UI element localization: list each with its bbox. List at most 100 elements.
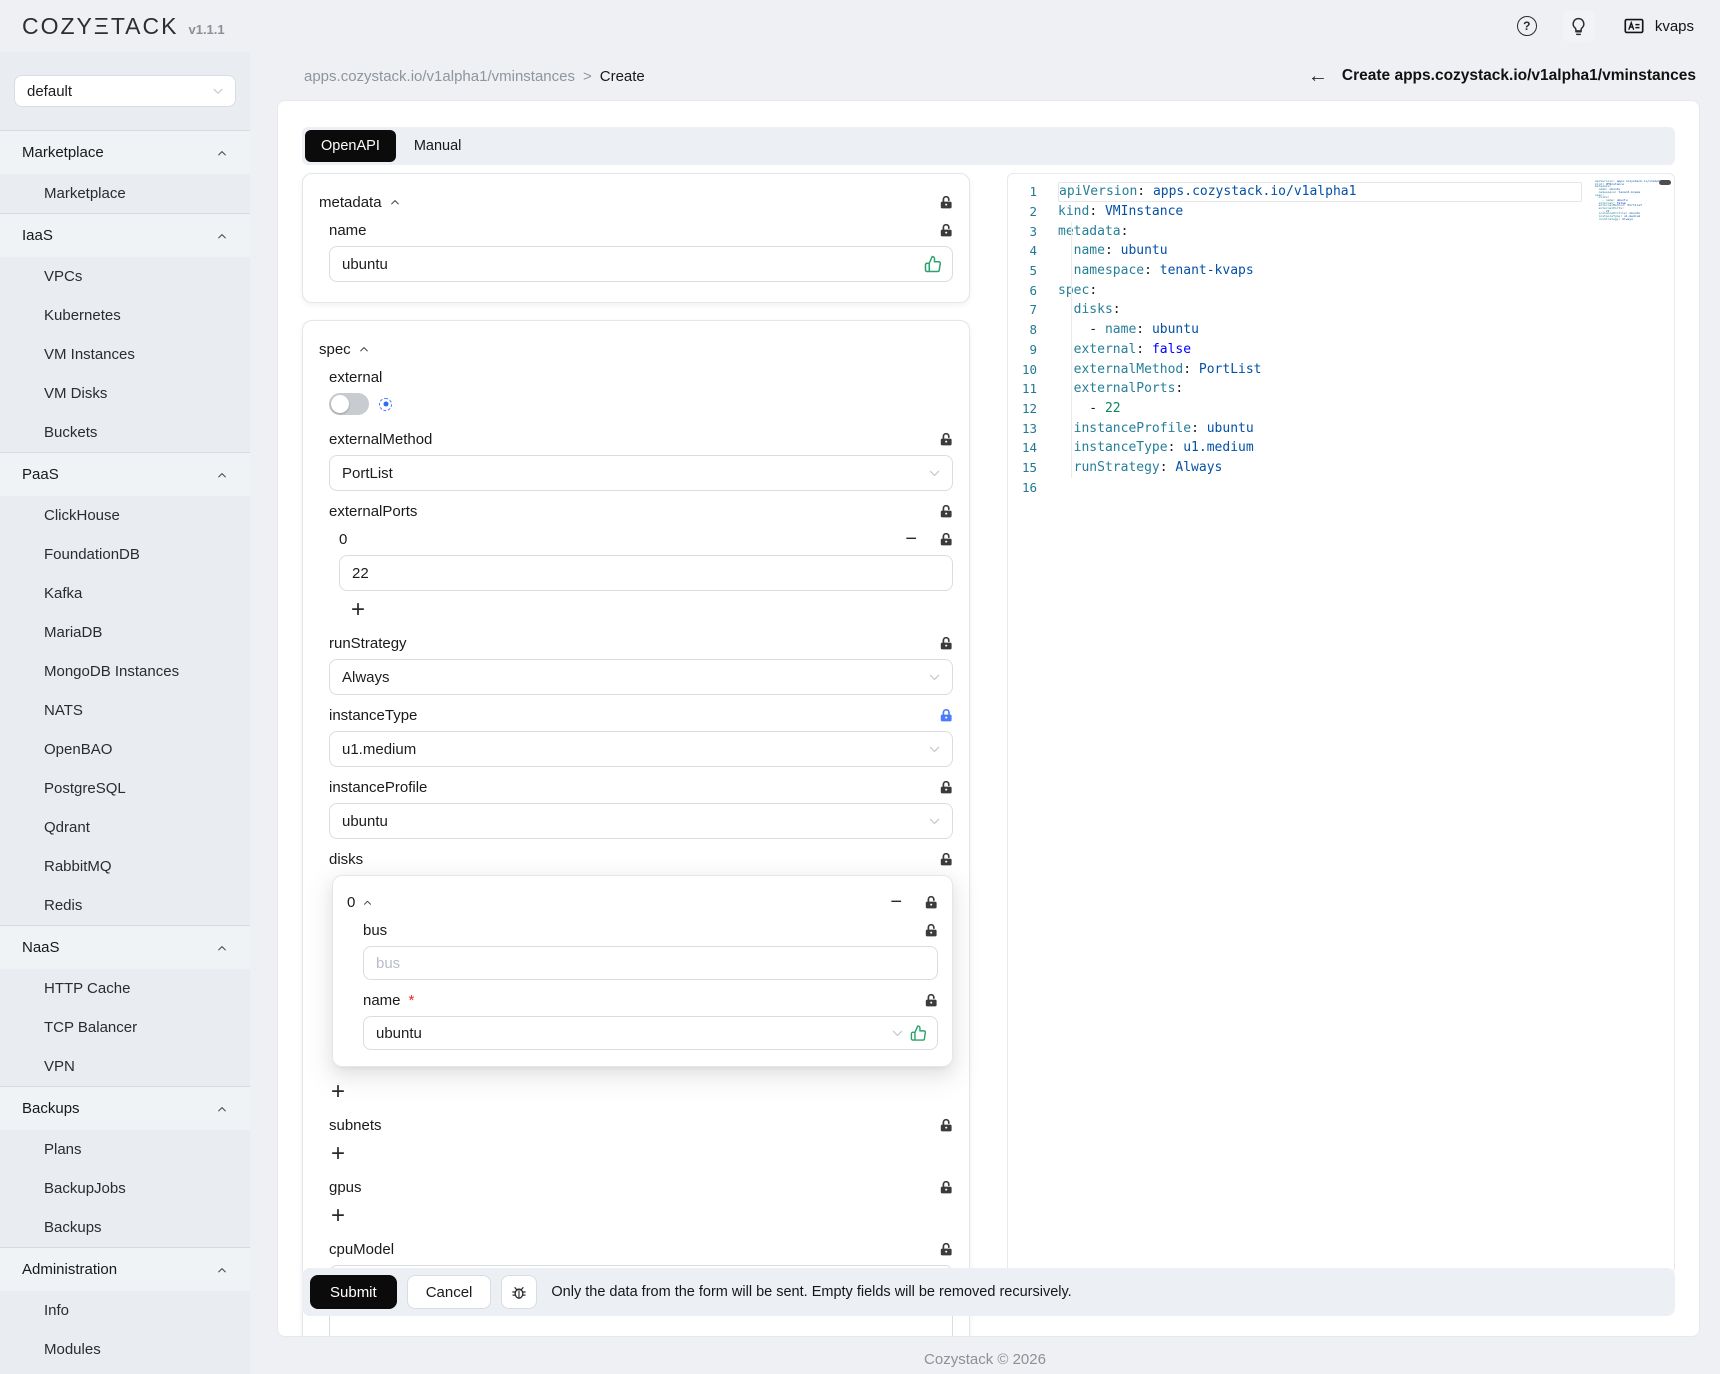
disk-bus-input[interactable]: bus: [363, 946, 938, 980]
unlock-icon[interactable]: [924, 923, 938, 938]
sidebar-item-mariadb[interactable]: MariaDB: [0, 613, 250, 652]
chevron-up-icon: [216, 1103, 228, 1115]
sidebar-section-naas[interactable]: NaaS: [0, 925, 250, 969]
sidebar-item-http-cache[interactable]: HTTP Cache: [0, 969, 250, 1008]
unlock-icon[interactable]: [939, 636, 953, 651]
sidebar-item-openbao[interactable]: OpenBAO: [0, 730, 250, 769]
sidebar-item-vpcs[interactable]: VPCs: [0, 257, 250, 296]
sidebar-item-rabbitmq[interactable]: RabbitMQ: [0, 847, 250, 886]
externalPorts-label-row: externalPorts: [329, 499, 953, 523]
sidebar-section-paas[interactable]: PaaS: [0, 452, 250, 496]
sidebar-item-postgresql[interactable]: PostgreSQL: [0, 769, 250, 808]
sidebar-item-info[interactable]: Info: [0, 1291, 250, 1330]
sidebar-item-kubernetes[interactable]: Kubernetes: [0, 296, 250, 335]
unlock-icon[interactable]: [939, 1118, 953, 1133]
back-button[interactable]: ←: [1308, 66, 1328, 86]
metadata-section-toggle[interactable]: metadata: [319, 194, 401, 211]
instanceProfile-select[interactable]: ubuntu: [329, 803, 953, 839]
remove-disk-button[interactable]: −: [890, 892, 902, 912]
breadcrumb-resource-link[interactable]: apps.cozystack.io/v1alpha1/vminstances: [304, 68, 575, 85]
line-number: 3: [1008, 224, 1058, 239]
sidebar-item-vm-instances[interactable]: VM Instances: [0, 335, 250, 374]
sidebar-item-clickhouse[interactable]: ClickHouse: [0, 496, 250, 535]
sidebar-section-label: NaaS: [22, 939, 60, 956]
unlock-icon[interactable]: [939, 532, 953, 547]
editor-line: 7 disks:: [1008, 300, 1674, 320]
sidebar-item-nats[interactable]: NATS: [0, 691, 250, 730]
sidebar-item-modules[interactable]: Modules: [0, 1330, 250, 1369]
unlock-icon[interactable]: [939, 852, 953, 867]
unlock-icon[interactable]: [939, 432, 953, 447]
metadata-header-row: metadata: [319, 190, 953, 214]
external-toggle[interactable]: [329, 393, 369, 415]
chevron-up-icon: [358, 343, 370, 355]
submit-button[interactable]: Submit: [310, 1275, 397, 1309]
sidebar-item-mongodb-instances[interactable]: MongoDB Instances: [0, 652, 250, 691]
sidebar-item-tcp-balancer[interactable]: TCP Balancer: [0, 1008, 250, 1047]
sidebar-item-buckets[interactable]: Buckets: [0, 413, 250, 452]
unlock-icon[interactable]: [924, 993, 938, 1008]
spec-section-toggle[interactable]: spec: [319, 341, 370, 358]
sidebar-item-vpn[interactable]: VPN: [0, 1047, 250, 1086]
sidebar-section-iaas[interactable]: IaaS: [0, 213, 250, 257]
debug-button[interactable]: [501, 1275, 537, 1309]
externalPorts-item-index: 0: [339, 531, 347, 548]
disk-name-select[interactable]: ubuntu: [363, 1016, 938, 1050]
namespace-select[interactable]: default: [14, 75, 236, 107]
editor-line: 14 instanceType: u1.medium: [1008, 438, 1674, 458]
externalPorts-0-input[interactable]: 22: [339, 555, 953, 591]
unlock-icon[interactable]: [939, 504, 953, 519]
name-field-label: name: [329, 222, 367, 239]
sidebar-item-kafka[interactable]: Kafka: [0, 574, 250, 613]
editor-line: 6spec:: [1008, 280, 1674, 300]
theme-toggle-button[interactable]: [1563, 10, 1595, 42]
unlock-icon[interactable]: [939, 780, 953, 795]
editor-line: 12 - 22: [1008, 399, 1674, 419]
unlock-icon[interactable]: [939, 1242, 953, 1257]
lock-icon[interactable]: [939, 708, 953, 723]
add-gpu-button[interactable]: +: [331, 1203, 357, 1229]
disks-item-panel: 0 − bus: [332, 875, 953, 1067]
add-port-button[interactable]: +: [351, 597, 377, 623]
sidebar-item-backupjobs[interactable]: BackupJobs: [0, 1169, 250, 1208]
editor-minimap[interactable]: apiVersion: apps.cozystack.io/v1alpha1ki…: [1595, 180, 1661, 221]
line-code: apiVersion: apps.cozystack.io/v1alpha1: [1058, 182, 1582, 202]
sidebar-item-vm-disks[interactable]: VM Disks: [0, 374, 250, 413]
sidebar-item-redis[interactable]: Redis: [0, 886, 250, 925]
sidebar-section-marketplace[interactable]: Marketplace: [0, 130, 250, 174]
sidebar-item-backups[interactable]: Backups: [0, 1208, 250, 1247]
instanceType-select[interactable]: u1.medium: [329, 731, 953, 767]
external-label-row: external: [329, 365, 953, 389]
disks-item-toggle[interactable]: 0: [347, 894, 373, 911]
sidebar-item-plans[interactable]: Plans: [0, 1130, 250, 1169]
editor-scrollbar-thumb[interactable]: [1659, 180, 1671, 185]
cancel-button[interactable]: Cancel: [407, 1275, 492, 1309]
user-menu[interactable]: kvaps: [1621, 15, 1694, 37]
add-disk-button[interactable]: +: [331, 1079, 357, 1105]
tab-openapi[interactable]: OpenAPI: [305, 130, 396, 162]
app-header: COZYΞTACK v1.1.1 ? kvaps: [0, 0, 1720, 52]
username: kvaps: [1655, 18, 1694, 35]
unlock-icon[interactable]: [939, 223, 953, 238]
sidebar-section-administration[interactable]: Administration: [0, 1247, 250, 1291]
yaml-editor[interactable]: 1apiVersion: apps.cozystack.io/v1alpha12…: [1007, 173, 1675, 1273]
remove-port-button[interactable]: −: [905, 529, 917, 549]
sidebar-item-marketplace[interactable]: Marketplace: [0, 174, 250, 213]
metadata-name-input[interactable]: ubuntu: [329, 246, 953, 282]
help-icon[interactable]: ?: [1517, 16, 1537, 36]
unlock-icon[interactable]: [939, 195, 953, 210]
sidebar-item-qdrant[interactable]: Qdrant: [0, 808, 250, 847]
unlock-icon[interactable]: [939, 1180, 953, 1195]
unlock-icon[interactable]: [924, 895, 938, 910]
runStrategy-select[interactable]: Always: [329, 659, 953, 695]
tab-manual[interactable]: Manual: [398, 130, 478, 162]
editor-line: 16: [1008, 477, 1674, 497]
sidebar-section-backups[interactable]: Backups: [0, 1086, 250, 1130]
form-mode-tabs: OpenAPI Manual: [302, 127, 1675, 165]
chevron-down-icon: [927, 670, 942, 685]
required-asterisk: *: [409, 992, 415, 1009]
add-subnet-button[interactable]: +: [331, 1141, 357, 1167]
sidebar-item-foundationdb[interactable]: FoundationDB: [0, 535, 250, 574]
chevron-up-icon: [216, 1264, 228, 1276]
externalMethod-select[interactable]: PortList: [329, 455, 953, 491]
